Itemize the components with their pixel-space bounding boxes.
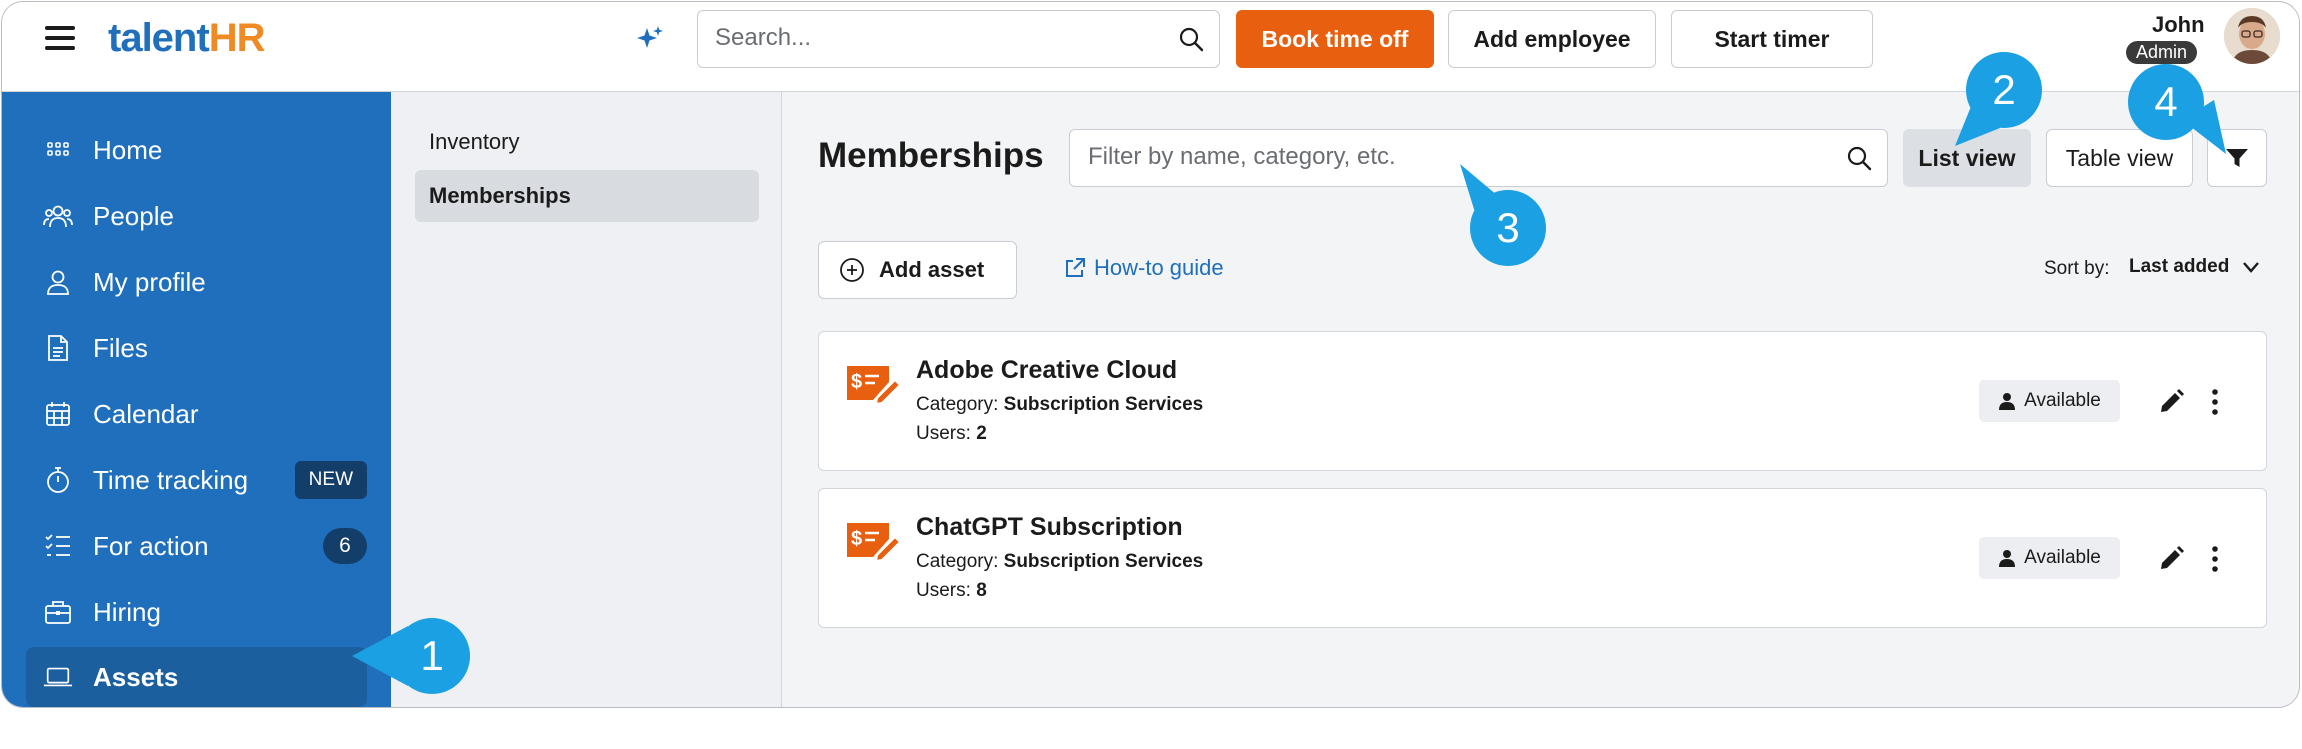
sidebar-item-my-profile[interactable]: My profile	[26, 252, 367, 312]
laptop-icon	[43, 662, 73, 692]
status-label: Available	[2024, 547, 2101, 568]
external-link-icon	[1066, 258, 1085, 277]
sidebar-item-files[interactable]: Files	[26, 318, 367, 378]
edit-pencil-icon[interactable]	[2157, 388, 2185, 416]
callout-2: 2	[1955, 52, 2042, 146]
sidebar-item-label: People	[93, 200, 174, 231]
edit-pencil-icon[interactable]	[2157, 545, 2185, 573]
users-label: Users:	[916, 580, 971, 601]
asset-category: Category: Subscription Services	[916, 551, 1203, 573]
ai-sparkle-icon[interactable]	[635, 24, 665, 54]
how-to-guide-label: How-to guide	[1094, 255, 1224, 280]
new-badge: NEW	[294, 461, 367, 499]
svg-text:$: $	[851, 528, 862, 550]
asset-category: Category: Subscription Services	[916, 394, 1203, 416]
avatar[interactable]	[2224, 8, 2280, 64]
sidebar-item-label: Assets	[93, 661, 179, 692]
stopwatch-icon	[43, 465, 73, 495]
users-value: 2	[976, 423, 987, 444]
status-badge: Available	[1979, 537, 2120, 579]
sort-dropdown[interactable]: Last added	[2129, 256, 2261, 278]
status-label: Available	[2024, 390, 2101, 411]
category-value: Subscription Services	[1003, 394, 1204, 415]
category-label: Category:	[916, 551, 999, 572]
start-timer-button[interactable]: Start timer	[1671, 10, 1873, 68]
users-value: 8	[976, 580, 987, 601]
callout-2-number: 2	[1992, 66, 2015, 113]
asset-name[interactable]: Adobe Creative Cloud	[916, 356, 1177, 385]
sidebar-item-label: Time tracking	[93, 464, 249, 495]
sidebar-item-label: For action	[93, 530, 209, 561]
sidebar-item-people[interactable]: People	[26, 186, 367, 246]
sort-label: Sort by:	[2044, 258, 2110, 279]
sort-value: Last added	[2129, 256, 2230, 277]
callout-3-number: 3	[1496, 204, 1519, 251]
sidebar-item-label: Calendar	[93, 398, 199, 429]
sidebar-item-label: Hiring	[93, 596, 161, 627]
plus-circle-icon	[840, 258, 864, 282]
category-value: Subscription Services	[1003, 551, 1204, 572]
callout-1: 1	[352, 618, 470, 694]
asset-card[interactable]: $ ChatGPT Subscription Category: Subscri…	[818, 488, 2267, 628]
search-icon[interactable]	[1845, 144, 1873, 172]
file-icon	[43, 333, 73, 363]
count-badge: 6	[323, 528, 367, 564]
subnav-item-inventory[interactable]: Inventory	[415, 116, 759, 168]
add-asset-label: Add asset	[879, 257, 985, 282]
main-sidebar: Home People My profile Files Calendar Ti…	[2, 92, 391, 707]
app-logo[interactable]: talentHR	[108, 16, 266, 61]
status-badge: Available	[1979, 380, 2120, 422]
users-label: Users:	[916, 423, 971, 444]
more-options-icon[interactable]	[2209, 388, 2221, 416]
user-icon	[1999, 550, 2016, 567]
global-search-field[interactable]	[697, 10, 1220, 68]
sidebar-item-label: Files	[93, 332, 148, 363]
home-grid-icon	[43, 135, 73, 165]
asset-users: Users: 2	[916, 423, 987, 445]
add-asset-button[interactable]: Add asset	[818, 241, 1017, 299]
subnav-item-memberships[interactable]: Memberships	[415, 170, 759, 222]
user-icon	[1999, 393, 2016, 410]
sidebar-item-time-tracking[interactable]: Time tracking NEW	[26, 450, 367, 510]
sidebar-item-hiring[interactable]: Hiring	[26, 582, 367, 642]
sidebar-item-home[interactable]: Home	[26, 120, 367, 180]
book-time-off-button[interactable]: Book time off	[1236, 10, 1434, 68]
add-employee-button[interactable]: Add employee	[1448, 10, 1656, 68]
logo-text-talent: talent	[108, 16, 210, 60]
page-title: Memberships	[818, 136, 1044, 175]
sidebar-item-calendar[interactable]: Calendar	[26, 384, 367, 444]
sidebar-item-for-action[interactable]: For action 6	[26, 516, 367, 576]
category-label: Category:	[916, 394, 999, 415]
sidebar-item-assets[interactable]: Assets	[26, 647, 367, 707]
chevron-down-icon	[2243, 262, 2260, 273]
svg-text:$: $	[851, 371, 862, 393]
global-search-input[interactable]	[715, 11, 1155, 65]
briefcase-icon	[43, 597, 73, 627]
sidebar-item-label: Home	[93, 134, 163, 165]
asset-users: Users: 8	[916, 580, 987, 602]
callout-1-number: 1	[420, 632, 443, 679]
search-icon[interactable]	[1177, 25, 1205, 53]
how-to-guide-link[interactable]: How-to guide	[1064, 255, 1224, 281]
callout-4: 4	[2128, 64, 2226, 154]
user-icon	[43, 267, 73, 297]
asset-name[interactable]: ChatGPT Subscription	[916, 513, 1183, 542]
subscription-icon: $	[847, 366, 901, 406]
user-name[interactable]: John	[2152, 12, 2205, 38]
callout-3: 3	[1460, 164, 1546, 266]
subscription-icon: $	[847, 523, 901, 563]
logo-text-hr: HR	[208, 16, 266, 60]
callout-4-number: 4	[2154, 78, 2177, 125]
hamburger-menu-icon[interactable]	[45, 26, 75, 54]
more-options-icon[interactable]	[2209, 545, 2221, 573]
checklist-icon	[43, 531, 73, 561]
asset-card[interactable]: $ Adobe Creative Cloud Category: Subscri…	[818, 331, 2267, 471]
calendar-icon	[43, 399, 73, 429]
people-icon	[43, 201, 73, 231]
sidebar-item-label: My profile	[93, 266, 206, 297]
